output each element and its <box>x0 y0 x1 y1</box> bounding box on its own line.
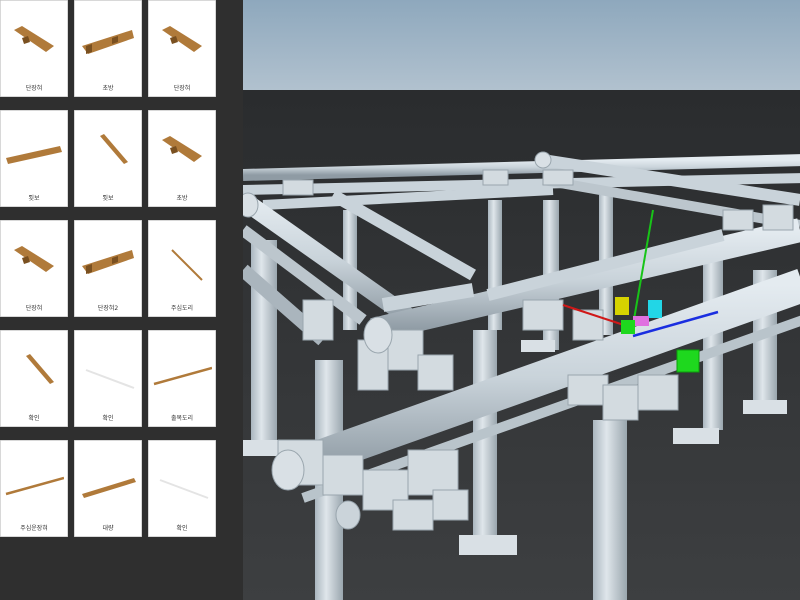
long-rod-icon <box>5 476 64 496</box>
component-card[interactable]: 출목도리 <box>148 330 216 427</box>
white-rod-icon <box>159 479 209 499</box>
gizmo-plane-handle-cyan[interactable] <box>648 300 662 318</box>
component-card-label: 주심운장혀 <box>20 525 48 532</box>
tenon-beam-icon <box>162 26 202 52</box>
component-card[interactable]: 단장혀 <box>148 0 216 97</box>
component-card-label: 초방 <box>176 195 188 202</box>
component-card[interactable]: 확인 <box>74 330 142 427</box>
white-rod-icon <box>85 369 135 389</box>
gizmo-plane-handle-magenta[interactable] <box>633 316 649 326</box>
component-card-label: 대량 <box>102 525 114 532</box>
component-card-label: 초방 <box>102 85 114 92</box>
gizmo-center-handle[interactable] <box>621 320 635 334</box>
component-card[interactable]: 확인 <box>0 330 68 427</box>
tenon-beam-icon <box>14 26 54 52</box>
scene-canvas[interactable] <box>243 0 800 600</box>
component-card[interactable]: 주심도리 <box>148 220 216 317</box>
component-card-label: 단장혀 <box>173 85 191 92</box>
notched-beam-icon <box>82 250 134 274</box>
notched-beam-icon <box>82 30 134 54</box>
3d-viewport[interactable] <box>243 0 800 600</box>
rafter-beam-icon <box>6 146 62 164</box>
thin-beam-icon <box>26 354 54 384</box>
component-card-label: 확인 <box>28 415 40 422</box>
component-card[interactable]: 확인 <box>148 440 216 537</box>
component-card[interactable]: 대량 <box>74 440 142 537</box>
long-plank-icon <box>82 478 136 498</box>
tenon-beam-icon <box>14 246 54 272</box>
component-card-label: 툇보 <box>102 195 114 202</box>
thin-rod-icon <box>171 249 203 281</box>
component-card[interactable]: 툇보 <box>74 110 142 207</box>
component-card[interactable]: 단장혀2 <box>74 220 142 317</box>
component-card[interactable]: 단장혀 <box>0 0 68 97</box>
tenon-beam-icon <box>162 136 202 162</box>
long-rod-icon <box>153 366 212 386</box>
component-card-label: 툇보 <box>28 195 40 202</box>
gizmo-plane-handle-yellow[interactable] <box>615 297 629 315</box>
component-card-label: 확인 <box>102 415 114 422</box>
component-card-label: 단장혀 <box>25 85 43 92</box>
component-card-label: 확인 <box>176 525 188 532</box>
component-card-label: 단장혀2 <box>97 305 119 312</box>
sky <box>243 0 800 92</box>
component-card[interactable]: 툇보 <box>0 110 68 207</box>
component-library-panel: 단장혀 초방 단장혀 툇보 툇보 초방 단장혀 단장혀2 주심도리 확인 확인 … <box>0 0 243 600</box>
component-card-label: 단장혀 <box>25 305 43 312</box>
component-card-label: 주심도리 <box>170 305 194 312</box>
component-card-label: 출목도리 <box>170 415 194 422</box>
component-card[interactable]: 초방 <box>74 0 142 97</box>
component-card[interactable]: 주심운장혀 <box>0 440 68 537</box>
thin-beam-icon <box>100 134 128 164</box>
component-card[interactable]: 단장혀 <box>0 220 68 317</box>
component-card[interactable]: 초방 <box>148 110 216 207</box>
app-window: 단장혀 초방 단장혀 툇보 툇보 초방 단장혀 단장혀2 주심도리 확인 확인 … <box>0 0 800 600</box>
gizmo-move-handle[interactable] <box>676 349 700 373</box>
